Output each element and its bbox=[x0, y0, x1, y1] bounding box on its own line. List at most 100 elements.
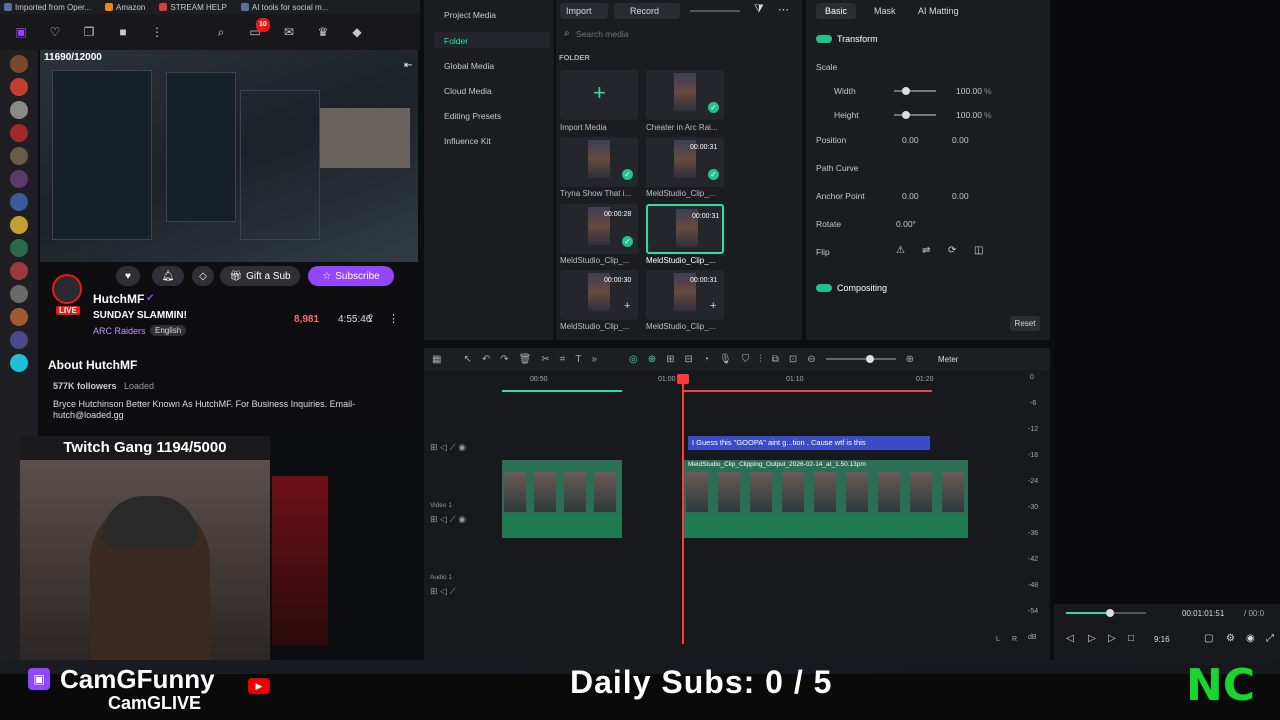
bookmark[interactable]: Imported from Oper... bbox=[4, 3, 91, 12]
channel-avatar[interactable] bbox=[10, 193, 28, 211]
game-link[interactable]: ARC Raiders bbox=[93, 326, 146, 336]
channel-avatar[interactable] bbox=[52, 274, 82, 304]
heart-icon[interactable]: ♡ bbox=[48, 25, 62, 39]
app-icon[interactable]: ■ bbox=[116, 25, 130, 39]
add-icon[interactable]: + bbox=[624, 300, 630, 312]
media-thumb[interactable]: 00:00:31 ✓ bbox=[646, 137, 724, 187]
speed-icon[interactable]: ◔ bbox=[703, 354, 709, 365]
flip-vertical-icon[interactable]: ⇌ bbox=[922, 245, 930, 256]
channel-avatar[interactable] bbox=[10, 78, 28, 96]
track-controls[interactable]: ⊞ ◁ ⟋ ◉ bbox=[430, 514, 466, 525]
channel-avatar[interactable] bbox=[10, 216, 28, 234]
media-thumb[interactable]: 00:00:28 ✓ bbox=[560, 204, 638, 254]
channel-avatar[interactable] bbox=[10, 170, 28, 188]
nav-project-media[interactable]: Project Media bbox=[444, 10, 496, 20]
render-icon[interactable]: ⧉ bbox=[772, 354, 779, 365]
search-input[interactable] bbox=[576, 27, 776, 41]
zoom-slider[interactable] bbox=[825, 355, 896, 363]
section-transform[interactable]: Transform bbox=[837, 34, 878, 44]
record-dropdown[interactable]: Record bbox=[614, 3, 680, 19]
gift-sub-button[interactable]: 🎁︎ Gift a Sub bbox=[220, 266, 300, 286]
close-icon[interactable]: ⇤ bbox=[404, 60, 412, 71]
volume-slider[interactable] bbox=[1066, 609, 1146, 617]
audio-waveform[interactable] bbox=[684, 514, 968, 538]
language-tag[interactable]: English bbox=[150, 325, 187, 336]
undo-icon[interactable]: ↶ bbox=[482, 354, 490, 365]
keyframe-icon[interactable]: ⊟ bbox=[685, 354, 693, 365]
filter-icon[interactable]: ⧩ bbox=[754, 3, 764, 16]
crown-icon[interactable]: ♛ bbox=[316, 25, 330, 39]
snap-icon[interactable]: ⊕ bbox=[648, 354, 656, 365]
anchor-x[interactable]: 0.00 bbox=[902, 191, 919, 201]
more-icon[interactable]: ⋯ bbox=[778, 3, 789, 16]
twitch-logo-icon[interactable]: ▣ bbox=[14, 25, 28, 39]
zoom-in-icon[interactable]: ⊕ bbox=[906, 354, 914, 365]
fullscreen-icon[interactable]: ⤢ bbox=[1266, 633, 1274, 644]
nav-editing-presets[interactable]: Editing Presets bbox=[444, 111, 501, 121]
select-icon[interactable]: ↖ bbox=[463, 354, 471, 365]
more-icon[interactable]: ⋮ bbox=[388, 312, 399, 325]
channel-avatar[interactable] bbox=[10, 124, 28, 142]
reset-button[interactable]: Reset bbox=[1010, 316, 1040, 331]
crop-icon[interactable]: ◫ bbox=[974, 245, 983, 256]
stream-video[interactable]: 11690/12000 ⇤ bbox=[40, 50, 418, 262]
track-controls[interactable]: ⊞ ◁ ⟋ bbox=[430, 586, 456, 597]
redo-icon[interactable]: ↷ bbox=[500, 354, 508, 365]
media-thumb[interactable]: 00:00:30 + bbox=[560, 270, 638, 320]
zoom-out-icon[interactable]: ⊖ bbox=[807, 354, 815, 365]
bookmark[interactable]: Amazon bbox=[105, 3, 145, 12]
channel-avatar[interactable] bbox=[10, 101, 28, 119]
prev-frame-icon[interactable]: ◁ bbox=[1066, 633, 1074, 644]
import-dropdown[interactable]: Import bbox=[560, 3, 608, 19]
channel-name[interactable]: HutchMF bbox=[93, 292, 144, 306]
gem-button[interactable]: ◇ bbox=[192, 266, 214, 286]
layout-icon[interactable]: ▦ bbox=[432, 354, 441, 365]
channel-avatar[interactable] bbox=[10, 308, 28, 326]
rotate-icon[interactable]: ⟳ bbox=[948, 245, 956, 256]
meter-label[interactable]: Meter bbox=[938, 355, 958, 364]
mic-icon[interactable]: 🎙︎ bbox=[719, 354, 732, 365]
more-tools-icon[interactable]: » bbox=[591, 354, 597, 365]
marker-icon[interactable]: ▢ bbox=[1204, 633, 1213, 644]
notify-button[interactable]: 🔔︎ bbox=[152, 266, 184, 286]
height-value[interactable]: 100.00 bbox=[956, 110, 982, 120]
transform-toggle[interactable] bbox=[816, 35, 832, 43]
delete-icon[interactable]: 🗑︎ bbox=[519, 354, 532, 365]
media-thumb[interactable]: ✓ bbox=[560, 137, 638, 187]
section-compositing[interactable]: Compositing bbox=[837, 283, 887, 293]
nav-cloud-media[interactable]: Cloud Media bbox=[444, 86, 492, 96]
position-x[interactable]: 0.00 bbox=[902, 135, 919, 145]
text-clip[interactable]: I Guess this "GOOPA" aint g...tion , Cau… bbox=[688, 436, 930, 450]
search-icon[interactable]: ⌕ bbox=[214, 25, 228, 39]
channel-avatar[interactable] bbox=[10, 147, 28, 165]
tab-ai-matting[interactable]: AI Matting bbox=[918, 6, 959, 16]
shield-icon[interactable]: ⛉ bbox=[742, 354, 750, 365]
aspect-ratio[interactable]: 9:16 bbox=[1154, 635, 1170, 644]
anchor-y[interactable]: 0.00 bbox=[952, 191, 969, 201]
stop-icon[interactable]: □ bbox=[1128, 633, 1134, 644]
channel-avatar[interactable] bbox=[10, 331, 28, 349]
team-name[interactable]: Loaded bbox=[124, 381, 154, 391]
next-frame-icon[interactable]: ▷ bbox=[1108, 633, 1116, 644]
bookmark[interactable]: AI tools for social m... bbox=[240, 3, 328, 12]
nav-folder[interactable]: Folder bbox=[444, 36, 468, 46]
position-y[interactable]: 0.00 bbox=[952, 135, 969, 145]
width-value[interactable]: 100.00 bbox=[956, 86, 982, 96]
video-clip-selected[interactable]: MeldStudio_Clip_Clipping_Output_2026-02-… bbox=[684, 460, 968, 514]
bookmark[interactable]: STREAM HELP bbox=[159, 3, 227, 12]
width-slider[interactable] bbox=[894, 87, 936, 95]
playhead[interactable] bbox=[682, 374, 684, 644]
ai-icon[interactable]: ◎ bbox=[629, 354, 638, 365]
crop-icon[interactable]: ⌗ bbox=[560, 354, 566, 365]
compositing-toggle[interactable] bbox=[816, 284, 832, 292]
nav-influence-kit[interactable]: Influence Kit bbox=[444, 136, 491, 146]
follow-button[interactable]: ♥ bbox=[116, 266, 140, 286]
media-thumb-selected[interactable]: 00:00:31 bbox=[646, 204, 724, 254]
subscribe-button[interactable]: ☆ Subscribe bbox=[308, 266, 394, 286]
channel-avatar[interactable] bbox=[10, 285, 28, 303]
channel-avatar[interactable] bbox=[10, 55, 28, 73]
flip-horizontal-icon[interactable]: ⚠︎ bbox=[896, 245, 905, 256]
notifications-icon[interactable]: ▭ 10 bbox=[248, 18, 270, 39]
more-icon[interactable]: ⋮ bbox=[150, 25, 164, 39]
video-clip[interactable] bbox=[502, 460, 622, 514]
